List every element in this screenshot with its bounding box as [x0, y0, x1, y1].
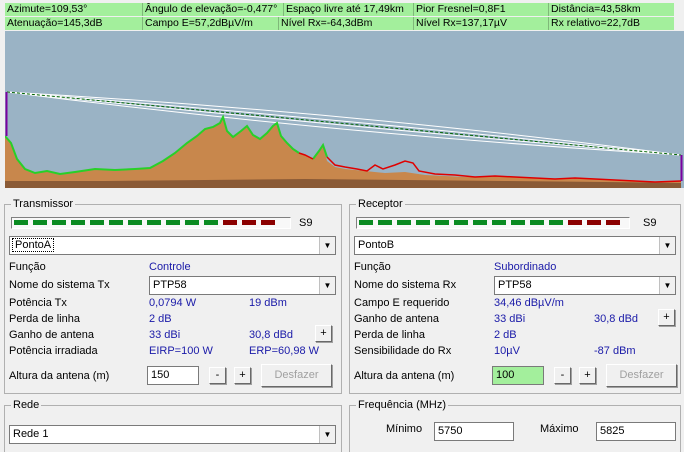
- freq-min-value: 5750: [438, 425, 463, 437]
- freq-max-input[interactable]: 5825: [596, 422, 676, 441]
- rx-site-select[interactable]: PontoB ▼: [354, 236, 676, 255]
- tx-potencia-w: 0,0794 W: [149, 297, 197, 309]
- rx-altura-input[interactable]: 100: [492, 366, 544, 385]
- frequencia-panel: Frequência (MHz) Mínimo 5750 Máximo 5825: [349, 399, 681, 452]
- rx-ganho-plus-button[interactable]: +: [658, 309, 675, 326]
- tx-altura-value: 150: [151, 369, 170, 381]
- angulo-readout: Ângulo de elevação=-0,477°: [142, 3, 283, 16]
- espaco-readout: Espaço livre até 17,49km: [283, 3, 413, 16]
- terrain-profile[interactable]: [5, 31, 684, 188]
- rede-panel: Rede Rede 1 ▼: [4, 399, 342, 452]
- tx-desfazer-button[interactable]: Desfazer: [261, 364, 332, 387]
- status-bar: Azimute=109,53° Ângulo de elevação=-0,47…: [0, 0, 684, 31]
- tx-irradiada-label: Potência irradiada: [9, 345, 98, 357]
- rx-desfazer-button[interactable]: Desfazer: [606, 364, 677, 387]
- tx-funcao-value: Controle: [149, 261, 191, 273]
- distancia-readout: Distância=43,58km: [548, 3, 674, 16]
- rx-altura-value: 100: [496, 369, 515, 381]
- tx-ganho-dbi: 33 dBi: [149, 329, 181, 341]
- rx-perda-value: 2 dB: [494, 329, 517, 341]
- rx-funcao-label: Função: [354, 261, 391, 273]
- rx-campo-value: 34,46 dBµV/m: [494, 297, 564, 309]
- tx-altura-input[interactable]: 150: [147, 366, 199, 385]
- rx-campo-label: Campo E requerido: [354, 297, 450, 309]
- rx-altura-minus-button[interactable]: -: [554, 367, 571, 384]
- tx-signal-meter: [11, 217, 291, 229]
- rx-funcao-value: Subordinado: [494, 261, 557, 273]
- rx-ganho-dbd: 30,8 dBd: [594, 313, 639, 325]
- rede-value: Rede 1: [13, 428, 49, 440]
- rx-ganho-dbi: 33 dBi: [494, 313, 526, 325]
- profile-graph: [5, 91, 683, 188]
- rx-site-value: PontoB: [358, 239, 395, 251]
- status-row-1: Azimute=109,53° Ângulo de elevação=-0,47…: [5, 3, 674, 16]
- nivel-uv-readout: Nível Rx=137,17µV: [413, 17, 548, 30]
- tx-sistema-value: PTP58: [153, 279, 187, 291]
- rx-meter-bar: [359, 218, 629, 228]
- fresnel-readout: Pior Fresnel=0,8F1: [413, 3, 548, 16]
- azimute-readout: Azimute=109,53°: [7, 3, 88, 15]
- freq-min-label: Mínimo: [386, 423, 423, 435]
- rx-sistema-value: PTP58: [498, 279, 532, 291]
- nivel-dbm-readout: Nível Rx=-64,3dBm: [278, 17, 413, 30]
- tx-altura-label: Altura da antena (m): [9, 370, 110, 382]
- chevron-down-icon[interactable]: ▼: [659, 277, 675, 294]
- tx-site-value: PontoA: [12, 238, 55, 252]
- rx-relativo-readout: Rx relativo=22,7dB: [548, 17, 674, 30]
- receiver-title: Receptor: [356, 198, 405, 211]
- tx-ganho-label: Ganho de antena: [9, 329, 95, 341]
- tx-sistema-label: Nome do sistema Tx: [9, 279, 110, 291]
- chevron-down-icon[interactable]: ▼: [319, 277, 335, 294]
- rx-signal-meter: [356, 217, 630, 229]
- rx-altura-label: Altura da antena (m): [354, 370, 455, 382]
- rx-perda-label: Perda de linha: [354, 329, 425, 341]
- rx-meter-label: S9: [643, 217, 657, 229]
- campo-readout: Campo E=57,2dBµV/m: [142, 17, 278, 30]
- tx-ganho-dbd: 30,8 dBd: [249, 329, 294, 341]
- rx-sistema-select[interactable]: PTP58 ▼: [494, 276, 676, 295]
- status-row-2: Atenuação=145,3dB Campo E=57,2dBµV/m Nív…: [5, 17, 674, 30]
- tx-altura-plus-button[interactable]: +: [234, 367, 251, 384]
- tx-perda-value: 2 dB: [149, 313, 172, 325]
- tx-eirp: EIRP=100 W: [149, 345, 213, 357]
- tx-meter-label: S9: [299, 217, 313, 229]
- chevron-down-icon[interactable]: ▼: [659, 237, 675, 254]
- tx-sistema-select[interactable]: PTP58 ▼: [149, 276, 336, 295]
- rx-altura-plus-button[interactable]: +: [579, 367, 596, 384]
- tx-potencia-label: Potência Tx: [9, 297, 67, 309]
- freq-max-label: Máximo: [540, 423, 579, 435]
- tx-potencia-dbm: 19 dBm: [249, 297, 287, 309]
- rede-select[interactable]: Rede 1 ▼: [9, 425, 336, 444]
- tx-site-select[interactable]: PontoA ▼: [9, 236, 336, 255]
- tx-funcao-label: Função: [9, 261, 46, 273]
- tx-meter-bar: [14, 218, 290, 228]
- line-of-sight: [6, 91, 682, 156]
- freq-min-input[interactable]: 5750: [434, 422, 514, 441]
- rx-ganho-label: Ganho de antena: [354, 313, 440, 325]
- receiver-panel: Receptor S9 PontoB ▼ Função Subordinado …: [349, 198, 681, 394]
- transmitter-title: Transmissor: [11, 198, 76, 211]
- transmitter-panel: Transmissor S9 PontoA ▼ Função Controle …: [4, 198, 342, 394]
- terrain-fill: [5, 117, 681, 188]
- chevron-down-icon[interactable]: ▼: [319, 426, 335, 443]
- rx-sens-uv: 10µV: [494, 345, 520, 357]
- rx-sistema-label: Nome do sistema Rx: [354, 279, 457, 291]
- atenuacao-readout: Atenuação=145,3dB: [7, 17, 103, 29]
- tx-perda-label: Perda de linha: [9, 313, 80, 325]
- rx-sens-label: Sensibilidade do Rx: [354, 345, 452, 357]
- rede-title: Rede: [11, 399, 42, 412]
- rx-sens-dbm: -87 dBm: [594, 345, 636, 357]
- tx-ganho-plus-button[interactable]: +: [315, 325, 332, 342]
- chevron-down-icon[interactable]: ▼: [319, 237, 335, 254]
- tx-erp: ERP=60,98 W: [249, 345, 320, 357]
- tx-altura-minus-button[interactable]: -: [209, 367, 226, 384]
- frequencia-title: Frequência (MHz): [356, 399, 449, 412]
- freq-max-value: 5825: [600, 425, 625, 437]
